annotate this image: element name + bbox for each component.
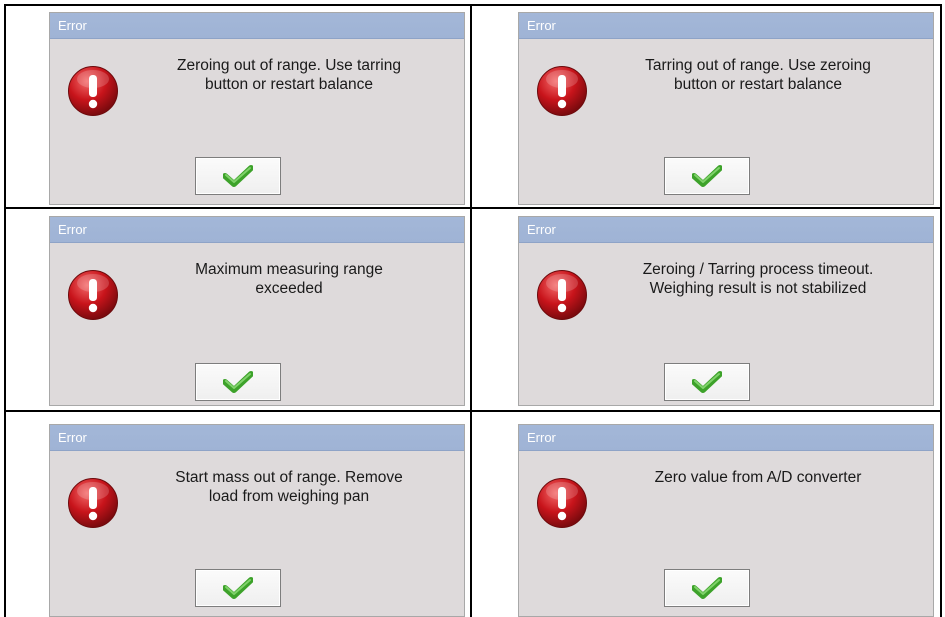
- confirm-button[interactable]: [664, 363, 750, 401]
- dialog-message: Zero value from A/D converter: [654, 469, 862, 486]
- dialog-title-bar: Error: [519, 425, 933, 451]
- checkmark-icon: [692, 577, 722, 599]
- dialog-title-bar: Error: [50, 217, 464, 243]
- checkmark-icon: [223, 165, 253, 187]
- error-exclamation-icon: [537, 270, 587, 320]
- checkmark-icon: [692, 371, 722, 393]
- error-dialog-max-range-exceeded: Error Maximum measuring range exceeded: [49, 216, 465, 406]
- dialog-message: Maximum measuring range exceeded: [195, 261, 383, 297]
- table-row-divider: [4, 207, 942, 209]
- dialog-message: Tarring out of range. Use zeroing button…: [645, 57, 871, 93]
- error-exclamation-icon: [537, 478, 587, 528]
- checkmark-icon: [692, 165, 722, 187]
- confirm-button[interactable]: [664, 569, 750, 607]
- dialog-title-bar: Error: [519, 217, 933, 243]
- dialog-title-bar: Error: [50, 425, 464, 451]
- confirm-button[interactable]: [664, 157, 750, 195]
- error-dialog-process-timeout: Error Zeroing / Tarring process timeout.…: [518, 216, 934, 406]
- error-dialog-zeroing-out-of-range: Error Zeroing out of range. Use tarring …: [49, 12, 465, 205]
- dialog-title-bar: Error: [50, 13, 464, 39]
- confirm-button[interactable]: [195, 363, 281, 401]
- dialog-message: Zeroing out of range. Use tarring button…: [176, 57, 401, 93]
- dialog-message: Start mass out of range. Remove load fro…: [175, 469, 403, 505]
- error-exclamation-icon: [68, 478, 118, 528]
- table-column-divider: [470, 4, 472, 617]
- error-exclamation-icon: [68, 66, 118, 116]
- checkmark-icon: [223, 577, 253, 599]
- error-dialog-start-mass-out-of-range: Error Start mass out of range. Remove lo…: [49, 424, 465, 617]
- dialog-message: Zeroing / Tarring process timeout. Weigh…: [642, 261, 874, 297]
- confirm-button[interactable]: [195, 157, 281, 195]
- error-dialog-tarring-out-of-range: Error Tarring out of range. Use zeroing …: [518, 12, 934, 205]
- table-row-divider: [4, 410, 942, 412]
- checkmark-icon: [223, 371, 253, 393]
- error-exclamation-icon: [68, 270, 118, 320]
- error-dialog-zero-value-ad-converter: Error Zero value from A/D converter: [518, 424, 934, 617]
- error-exclamation-icon: [537, 66, 587, 116]
- dialog-title-bar: Error: [519, 13, 933, 39]
- confirm-button[interactable]: [195, 569, 281, 607]
